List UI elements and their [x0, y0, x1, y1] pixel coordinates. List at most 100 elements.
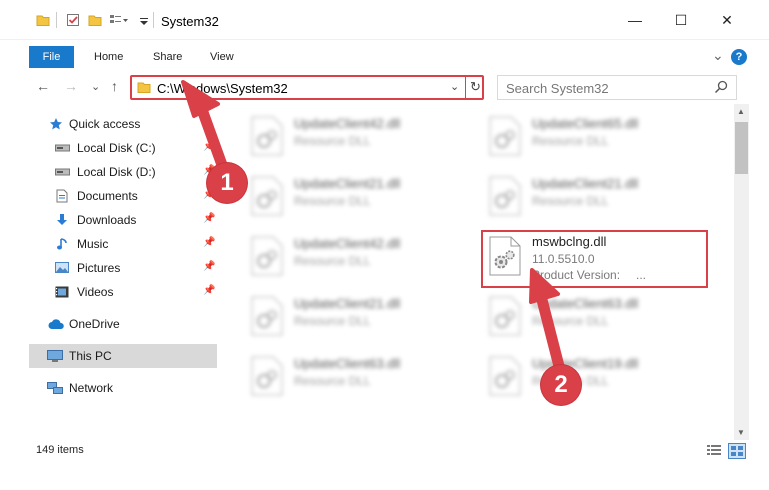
callout-step-1: 1 — [207, 163, 247, 203]
file-type: Resource DLL — [532, 134, 609, 148]
address-bar[interactable]: C:\Windows\System32 ⌄ ↻ — [130, 75, 484, 100]
callout-step-2: 2 — [541, 365, 581, 405]
file-tile[interactable]: UpdateClient42.dll Resource DLL — [242, 112, 472, 160]
drive-icon — [55, 144, 70, 152]
music-icon — [57, 238, 67, 250]
sidebar-item-label: Quick access — [69, 117, 141, 131]
file-tile[interactable]: UpdateClient21.dll Resource DLL — [480, 172, 710, 220]
address-divider — [465, 77, 466, 98]
file-type: Resource DLL — [532, 194, 609, 208]
cloud-icon — [48, 319, 64, 329]
chevron-down-icon[interactable]: ⌄ — [450, 80, 459, 93]
tab-view[interactable]: View — [210, 51, 234, 63]
details-view-icon[interactable] — [706, 443, 722, 457]
dll-file-icon — [489, 116, 521, 156]
file-name: UpdateClient65.dll — [532, 116, 639, 131]
network-icon — [47, 382, 63, 394]
pin-icon[interactable]: 📌 — [203, 213, 215, 224]
new-folder-icon[interactable] — [88, 13, 102, 27]
back-button[interactable]: ← — [36, 78, 50, 94]
sidebar-item-this-pc[interactable]: This PC — [29, 344, 217, 368]
sidebar-item-quick-access[interactable]: Quick access — [29, 112, 217, 136]
file-type: Resource DLL — [294, 134, 371, 148]
dll-file-icon — [251, 236, 283, 276]
pin-icon[interactable]: 📌 — [203, 237, 215, 248]
tab-share[interactable]: Share — [153, 51, 182, 63]
pin-icon[interactable]: 📌 — [203, 141, 215, 152]
properties-icon[interactable] — [66, 13, 80, 27]
recent-locations-button[interactable]: ⌄ — [91, 80, 100, 93]
sidebar-item-local-disk-d[interactable]: Local Disk (D:) 📌 — [29, 160, 217, 184]
toolbar-separator — [56, 12, 57, 28]
search-icon[interactable] — [714, 80, 728, 94]
file-name: UpdateClient63.dll — [532, 296, 639, 311]
window-title: System32 — [161, 14, 219, 29]
pin-icon[interactable]: 📌 — [203, 285, 215, 296]
search-input[interactable]: Search System32 — [506, 81, 609, 96]
item-count: 149 items — [36, 444, 84, 456]
refresh-button[interactable]: ↻ — [470, 79, 481, 95]
tiles-view-icon[interactable] — [728, 443, 746, 459]
customize-toolbar-icon[interactable] — [109, 13, 129, 27]
sidebar-item-network[interactable]: Network — [29, 376, 217, 400]
file-tile[interactable]: UpdateClient21.dll Resource DLL — [242, 292, 472, 340]
file-name: UpdateClient21.dll — [294, 296, 401, 311]
sidebar-item-label: Local Disk (D:) — [77, 165, 156, 179]
sidebar-item-label: Downloads — [77, 213, 137, 227]
file-tile[interactable]: UpdateClient63.dll Resource DLL — [242, 352, 472, 400]
file-tile[interactable]: UpdateClient21.dll Resource DLL — [242, 172, 472, 220]
file-type: Resource DLL — [532, 314, 609, 328]
download-icon — [57, 214, 67, 225]
forward-button[interactable]: → — [64, 78, 78, 94]
scroll-up-icon[interactable]: ▲ — [737, 107, 745, 116]
file-tile[interactable]: UpdateClient63.dll Resource DLL — [480, 292, 710, 340]
file-name: UpdateClient63.dll — [294, 356, 401, 371]
folder-icon[interactable] — [36, 13, 50, 27]
search-box[interactable]: Search System32 — [497, 75, 737, 100]
sidebar-item-local-disk-c[interactable]: Local Disk (C:) 📌 — [29, 136, 217, 160]
navigation-pane: Quick access Local Disk (C:) 📌 Local Dis… — [29, 108, 219, 438]
sidebar-item-downloads[interactable]: Downloads 📌 — [29, 208, 217, 232]
tab-home[interactable]: Home — [94, 51, 123, 63]
sidebar-item-label: This PC — [69, 349, 112, 363]
file-name: UpdateClient42.dll — [294, 236, 401, 251]
sidebar-item-label: Videos — [77, 285, 114, 299]
title-bar: System32 — ☐ ✕ — [0, 0, 769, 40]
dll-file-icon — [251, 176, 283, 216]
folder-icon — [137, 82, 151, 93]
vertical-scrollbar[interactable]: ▲ ▼ — [734, 104, 749, 440]
help-button[interactable]: ? — [731, 49, 747, 65]
dll-file-icon — [489, 296, 521, 336]
tab-file[interactable]: File — [29, 46, 74, 68]
pictures-icon — [55, 262, 69, 273]
sidebar-item-documents[interactable]: Documents 📌 — [29, 184, 217, 208]
file-type: Resource DLL — [294, 254, 371, 268]
file-tile[interactable]: UpdateClient42.dll Resource DLL — [242, 232, 472, 280]
dll-file-icon — [489, 176, 521, 216]
sidebar-item-label: OneDrive — [69, 317, 120, 331]
sidebar-item-music[interactable]: Music 📌 — [29, 232, 217, 256]
up-button[interactable]: ↑ — [111, 78, 118, 94]
address-path[interactable]: C:\Windows\System32 — [157, 81, 288, 96]
minimize-button[interactable]: — — [612, 0, 658, 40]
ribbon-expand-icon[interactable]: ⌄ — [712, 47, 724, 64]
toolbar-separator — [153, 12, 154, 28]
file-name: UpdateClient21.dll — [532, 176, 639, 191]
scroll-down-icon[interactable]: ▼ — [737, 428, 745, 437]
pin-icon[interactable]: 📌 — [203, 261, 215, 272]
scroll-thumb[interactable] — [735, 122, 748, 174]
sidebar-item-onedrive[interactable]: OneDrive — [29, 312, 217, 336]
dll-file-icon — [251, 296, 283, 336]
file-tile[interactable]: UpdateClient19.dll Resource DLL — [480, 352, 710, 400]
dropdown-icon[interactable] — [139, 13, 149, 27]
maximize-button[interactable]: ☐ — [658, 0, 704, 40]
sidebar-item-pictures[interactable]: Pictures 📌 — [29, 256, 217, 280]
sidebar-item-videos[interactable]: Videos 📌 — [29, 280, 217, 304]
file-tile[interactable]: UpdateClient65.dll Resource DLL — [480, 112, 710, 160]
sidebar-item-label: Music — [77, 237, 109, 251]
file-name: UpdateClient42.dll — [294, 116, 401, 131]
sidebar-item-label: Documents — [77, 189, 138, 203]
star-icon — [50, 118, 62, 130]
close-button[interactable]: ✕ — [704, 0, 750, 40]
file-name: UpdateClient21.dll — [294, 176, 401, 191]
